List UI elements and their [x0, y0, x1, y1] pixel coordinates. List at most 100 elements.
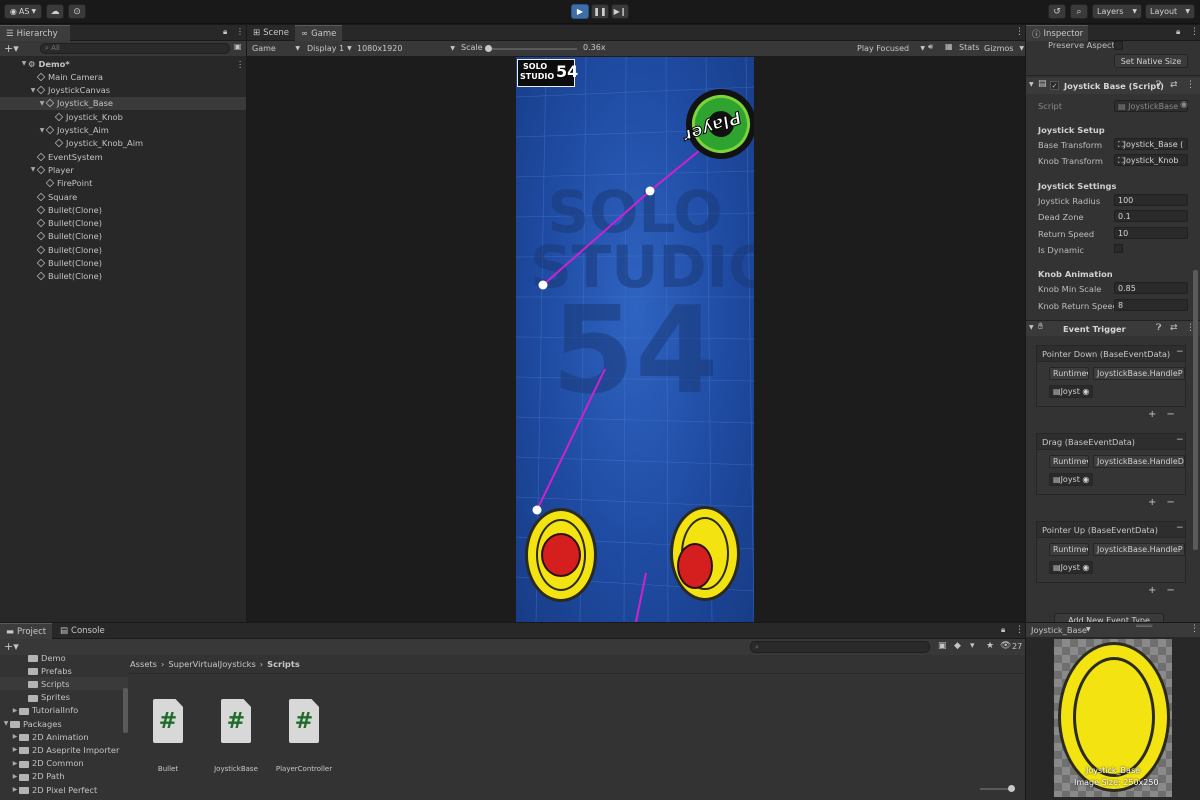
hierarchy-item[interactable]: Bullet(Clone)	[0, 203, 246, 216]
target-object-field[interactable]: ▤Joyst ◉	[1049, 385, 1093, 398]
target-object-field[interactable]: ▤Joyst ◉	[1049, 561, 1093, 574]
lock-icon[interactable]: 🔒︎	[223, 27, 227, 37]
set-native-size-button[interactable]: Set Native Size	[1114, 54, 1188, 68]
add-listener-icon[interactable]: +	[1148, 409, 1156, 421]
hierarchy-item[interactable]: ▼ Player	[0, 163, 246, 176]
stats-toggle[interactable]: Stats	[959, 43, 979, 52]
audio-icon[interactable]: 🔊︎	[928, 42, 933, 52]
chevron-icon[interactable]: ▶	[11, 786, 19, 793]
help-icon[interactable]: ❓︎	[1156, 323, 1161, 333]
history-button[interactable]: ↺	[1048, 4, 1066, 19]
joystick-aim[interactable]	[670, 506, 740, 601]
lock-icon[interactable]: 🔒︎	[1176, 27, 1180, 37]
project-folder[interactable]: ▶ TutorialInfo	[0, 704, 128, 717]
more-menu-icon[interactable]: ⋮	[1190, 624, 1199, 634]
add-listener-icon[interactable]: +	[1148, 585, 1156, 597]
preview-title[interactable]: Joystick_Base	[1031, 625, 1087, 635]
hierarchy-item[interactable]: ▼ Joystick_Base	[0, 96, 246, 110]
filter-icon[interactable]: ▣	[234, 42, 242, 51]
resolution-dropdown[interactable]: 1080x1920 ▼	[357, 42, 455, 55]
hierarchy-item[interactable]: Bullet(Clone)	[0, 230, 246, 243]
chevron-icon[interactable]: ▶	[11, 746, 19, 753]
base-transform-field[interactable]: ⛶Joystick_Base (	[1114, 138, 1188, 150]
chevron-down-icon[interactable]: ▼	[20, 60, 28, 67]
chevron-icon[interactable]: ▶	[11, 773, 19, 780]
hierarchy-item[interactable]: Bullet(Clone)	[0, 217, 246, 230]
grid-icon[interactable]: ▦	[945, 42, 953, 51]
zoom-slider-handle[interactable]	[1008, 785, 1015, 792]
label-icon[interactable]: ◆	[954, 641, 961, 651]
project-folder[interactable]: ▶ 2D Path	[0, 770, 128, 783]
tab-game[interactable]: ∞ Game	[295, 25, 343, 41]
game-canvas[interactable]: SOLO STUDIO 54 SOLO STUDIO 54 Player	[516, 57, 754, 622]
breadcrumb-item[interactable]: SuperVirtualJoysticks	[168, 659, 255, 669]
target-object-field[interactable]: ▤Joyst ◉	[1049, 473, 1093, 486]
hierarchy-item[interactable]: ▼ JoystickCanvas	[0, 84, 246, 97]
remove-listener-icon[interactable]: −	[1166, 409, 1174, 421]
tab-hierarchy[interactable]: ☰ Hierarchy	[0, 25, 70, 41]
knob-transform-field[interactable]: ⛶Joystick_Knob	[1114, 154, 1188, 166]
hierarchy-item[interactable]: Bullet(Clone)	[0, 270, 246, 283]
more-menu-icon[interactable]: ⋮	[1015, 27, 1024, 37]
more-menu-icon[interactable]: ⋮	[1190, 27, 1199, 37]
knob-return-speed-field[interactable]: 8	[1114, 299, 1188, 311]
project-folder[interactable]: Demo	[0, 655, 128, 664]
enabled-checkbox[interactable]: ✓	[1050, 81, 1059, 90]
add-listener-icon[interactable]: +	[1148, 497, 1156, 509]
breadcrumb-item[interactable]: Scripts	[267, 659, 300, 669]
breadcrumb-item[interactable]: Assets	[130, 659, 157, 669]
favorite-icon[interactable]: ★	[986, 641, 994, 651]
more-menu-icon[interactable]: ⋮	[1186, 80, 1195, 90]
project-folder[interactable]: Scripts	[0, 677, 128, 691]
hierarchy-item[interactable]: Bullet(Clone)	[0, 243, 246, 256]
display-dropdown[interactable]: Display 1 ▼	[307, 42, 353, 55]
deadzone-field[interactable]: 0.1	[1114, 210, 1188, 222]
script-file[interactable]: # Bullet	[133, 699, 203, 773]
knob-min-scale-field[interactable]: 0.85	[1114, 282, 1188, 294]
resize-handle-icon[interactable]: ═══	[1136, 622, 1152, 632]
chevron-icon[interactable]: ▶	[11, 733, 19, 740]
remove-event-icon[interactable]: −	[1176, 347, 1184, 357]
chevron-icon[interactable]: ▶	[11, 707, 19, 714]
search-button[interactable]: ⌕	[1070, 4, 1088, 19]
hierarchy-item[interactable]: Joystick_Knob	[0, 110, 246, 123]
pause-button[interactable]: ❚❚	[591, 4, 609, 19]
remove-listener-icon[interactable]: −	[1166, 585, 1174, 597]
project-tree-scrollbar[interactable]	[123, 688, 128, 733]
play-button[interactable]: ▶	[571, 4, 589, 19]
project-folder[interactable]: ▶ 2D Animation	[0, 730, 128, 743]
zoom-slider[interactable]	[980, 785, 1015, 792]
add-icon[interactable]: +▾	[4, 42, 19, 55]
more-menu-icon[interactable]: ⋮	[236, 27, 244, 36]
inspector-scrollbar[interactable]	[1193, 270, 1198, 550]
more-menu-icon[interactable]: ⋮	[236, 59, 244, 69]
remove-listener-icon[interactable]: −	[1166, 497, 1174, 509]
tab-project[interactable]: ▬ Project	[0, 623, 53, 639]
step-button[interactable]: ▶❙	[611, 4, 629, 19]
target-icon[interactable]: ◉	[1180, 100, 1188, 110]
hierarchy-item[interactable]: Main Camera	[0, 70, 246, 83]
hierarchy-item[interactable]: Joystick_Knob_Aim	[0, 137, 246, 150]
project-folder[interactable]: ▶ 2D Pixel Perfect	[0, 783, 128, 796]
chevron-down-icon[interactable]: ▼	[1029, 81, 1034, 88]
more-menu-icon[interactable]: ⋮	[1015, 625, 1024, 635]
scale-slider[interactable]	[485, 45, 577, 52]
dropdown-icon[interactable]: ▾	[970, 641, 975, 651]
add-event-type-button[interactable]: Add New Event Type	[1054, 613, 1164, 622]
chevron-down-icon[interactable]: ▼	[1029, 324, 1034, 331]
lock-icon[interactable]: 🔒︎	[1001, 625, 1005, 635]
hierarchy-item[interactable]: ▼ Joystick_Aim	[0, 124, 246, 137]
script-file[interactable]: # PlayerController	[269, 699, 339, 773]
chevron-down-icon[interactable]: ▼	[29, 87, 37, 94]
help-icon[interactable]: ❓︎	[1156, 80, 1161, 90]
return-speed-field[interactable]: 10	[1114, 227, 1188, 239]
hierarchy-item[interactable]: EventSystem	[0, 150, 246, 163]
preset-icon[interactable]: ⇄	[1170, 323, 1178, 333]
runtime-dropdown[interactable]: Runtime▼	[1049, 543, 1089, 556]
joystick-aim-knob[interactable]	[677, 543, 713, 589]
script-file[interactable]: # JoystickBase	[201, 699, 271, 773]
chevron-down-icon[interactable]: ▼	[38, 100, 46, 107]
project-search-input[interactable]: ⌕	[750, 641, 930, 653]
project-folder[interactable]: ▶ 2D Common	[0, 757, 128, 770]
preset-icon[interactable]: ⇄	[1170, 80, 1178, 90]
